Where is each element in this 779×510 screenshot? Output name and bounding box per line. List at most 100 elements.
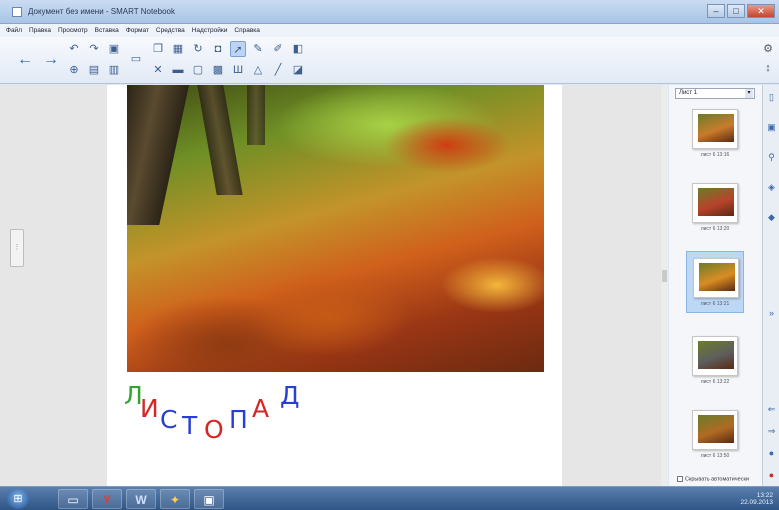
thumbnail-caption: лист 6 13:16 (700, 152, 730, 158)
menu-addons[interactable]: Надстройки (192, 27, 228, 34)
copy-icon[interactable]: ❐ (150, 41, 166, 57)
thumbnail-image (698, 415, 734, 443)
dropdown-value: Лист 1 (679, 90, 698, 96)
screen-icon[interactable]: ▭ (128, 51, 144, 67)
letter-2: И (140, 394, 159, 423)
page-thumbnail-active[interactable]: лист 6 13:21 (686, 251, 744, 313)
delete-icon[interactable]: ✕ (150, 62, 166, 78)
page-group-dropdown[interactable]: Лист 1 ▾ (675, 88, 755, 99)
start-button[interactable]: ⊞ (7, 489, 29, 509)
camera-icon[interactable]: ◘ (210, 41, 226, 57)
letter-7: А (252, 394, 270, 423)
page-sorter-tab-icon[interactable]: ▯ (765, 91, 778, 104)
text-icon[interactable]: Ш (230, 62, 246, 78)
attachments-tab-icon[interactable]: ⚲ (765, 151, 778, 164)
fill-icon[interactable]: ◪ (290, 62, 306, 78)
addons-tab-icon[interactable]: ◆ (765, 211, 778, 224)
taskbar: ⊞ ▭ Y W ✦ ▣ 13:22 22.09.2013 (0, 486, 779, 510)
save-icon[interactable]: ▥ (106, 62, 122, 78)
clock-date: 22.09.2013 (740, 499, 773, 506)
collapse-pane-icon[interactable]: » (765, 307, 778, 320)
thumbnail-image (698, 114, 734, 142)
thumbnail-image (699, 263, 735, 291)
paint-taskbar-icon[interactable]: ✦ (160, 489, 190, 509)
menu-edit[interactable]: Правка (29, 27, 51, 34)
properties-tab-icon[interactable]: ◈ (765, 181, 778, 194)
menu-bar: Файл Правка Просмотр Вставка Формат Сред… (0, 24, 779, 37)
green-icon[interactable]: ● (765, 447, 778, 460)
screen-shade-icon[interactable]: ▬ (170, 62, 186, 78)
menu-format[interactable]: Формат (126, 27, 149, 34)
pen-icon[interactable]: ✎ (250, 41, 266, 57)
menu-tools[interactable]: Средства (156, 27, 185, 34)
thumbnail-image (698, 188, 734, 216)
highlighter-icon[interactable]: ✐ (270, 41, 286, 57)
word-listopad[interactable]: Л И С Т О П А Д (124, 383, 324, 453)
shapes-icon[interactable]: △ (250, 62, 266, 78)
red-icon[interactable]: ● (765, 469, 778, 482)
letter-8: Д (280, 381, 300, 410)
checkbox-box[interactable] (677, 476, 683, 482)
letter-6: П (229, 405, 248, 434)
thumbnail-caption: лист 6 13:20 (700, 226, 730, 232)
rotate-icon[interactable]: ↻ (190, 41, 206, 57)
clock-time: 13:22 (756, 492, 773, 499)
eraser-icon[interactable]: ◧ (290, 41, 306, 57)
paste-icon[interactable]: ▤ (86, 62, 102, 78)
page-thumbnail[interactable]: лист 6 13:22 (686, 330, 744, 392)
add-page-icon[interactable]: ⊕ (66, 62, 82, 78)
page-thumbnail[interactable]: лист 6 13:20 (686, 177, 744, 239)
menu-view[interactable]: Просмотр (58, 27, 88, 34)
thumbnail-caption: лист 6 13:21 (700, 301, 730, 307)
thumbnail-image (698, 341, 734, 369)
notebook-taskbar-icon[interactable]: ▣ (194, 489, 224, 509)
yandex-browser-taskbar-icon[interactable]: Y (92, 489, 122, 509)
explorer-taskbar-icon[interactable]: ▭ (58, 489, 88, 509)
page-sorter-pane: Лист 1 ▾ лист 6 13:16 лист 6 13:20 лист … (669, 85, 762, 486)
redo-icon[interactable]: ↷ (86, 41, 102, 57)
line-icon[interactable]: ╱ (270, 62, 286, 78)
select-pointer-icon[interactable]: ➚ (230, 41, 246, 57)
side-panel-handle[interactable]: ⋮ (10, 229, 24, 267)
side-tabs-strip: ▯ ▣ ⚲ ◈ ◆ » ⇐ ⇒ ● ● (762, 85, 779, 486)
letter-4: Т (182, 411, 198, 440)
notebook-page[interactable]: Л И С Т О П А Д (107, 85, 562, 486)
gear-icon[interactable]: ⚙ (761, 42, 775, 56)
title-bar: Документ без имени - SMART Notebook ‒ □ … (0, 0, 779, 24)
scrollbar-thumb[interactable] (662, 270, 667, 282)
arrow-left-icon[interactable]: ⇐ (765, 403, 778, 416)
gallery-icon[interactable]: ▩ (210, 62, 226, 78)
auto-hide-label: Скрывать автоматически (685, 476, 749, 483)
window-controls: ‒ □ ✕ (707, 4, 775, 18)
display-icon[interactable]: ▢ (190, 62, 206, 78)
arrow-right-icon[interactable]: ⇒ (765, 425, 778, 438)
toolbar-move-icon[interactable]: ↕ (761, 61, 775, 75)
toolbar: ← → ↶ ↷ ▣ ⊕ ▤ ▥ ▭ ❐ ▦ ↻ ◘ ➚ ✎ ✐ ◧ ✕ ▬ ▢ … (0, 37, 779, 84)
undo-icon[interactable]: ↶ (66, 41, 82, 57)
canvas-area[interactable]: ⋮ Л И С Т О П А Д (0, 85, 668, 486)
maximize-button[interactable]: □ (727, 4, 745, 18)
word-taskbar-icon[interactable]: W (126, 489, 156, 509)
page-thumbnail[interactable]: лист 6 13:16 (686, 103, 744, 165)
vertical-scrollbar[interactable] (661, 85, 668, 486)
open-folder-icon[interactable]: ▣ (106, 41, 122, 57)
letter-3: С (160, 405, 178, 434)
app-icon (12, 7, 22, 17)
chevron-down-icon[interactable]: ▾ (745, 89, 753, 98)
auto-hide-checkbox[interactable]: Скрывать автоматически (677, 476, 749, 482)
menu-insert[interactable]: Вставка (95, 27, 119, 34)
menu-help[interactable]: Справка (234, 27, 260, 34)
thumbnail-caption: лист 6 13:22 (700, 379, 730, 385)
menu-file[interactable]: Файл (6, 27, 22, 34)
minimize-button[interactable]: ‒ (707, 4, 725, 18)
thumbnail-caption: лист 6 13:50 (700, 453, 730, 459)
table-icon[interactable]: ▦ (170, 41, 186, 57)
close-button[interactable]: ✕ (747, 4, 775, 18)
system-clock[interactable]: 13:22 22.09.2013 (740, 492, 773, 506)
gallery-tab-icon[interactable]: ▣ (765, 121, 778, 134)
autumn-leaves-photo[interactable] (127, 85, 544, 372)
page-thumbnail[interactable]: лист 6 13:50 (686, 404, 744, 466)
letter-5: О (204, 415, 224, 444)
arrow-right-icon[interactable]: → (42, 51, 60, 69)
arrow-left-icon[interactable]: ← (16, 51, 34, 69)
